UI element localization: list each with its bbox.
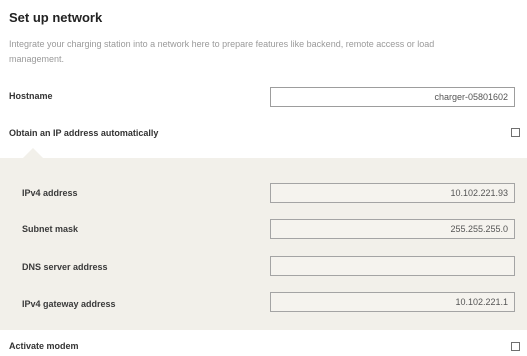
gateway-address-label: IPv4 gateway address xyxy=(22,299,116,309)
subnet-mask-field[interactable]: 255.255.255.0 xyxy=(270,219,515,239)
page-title: Set up network xyxy=(9,10,103,25)
dns-server-label: DNS server address xyxy=(22,262,108,272)
ipv4-address-label: IPv4 address xyxy=(22,188,78,198)
hostname-field[interactable]: charger-05801602 xyxy=(270,87,515,107)
obtain-ip-label: Obtain an IP address automatically xyxy=(9,128,159,138)
hostname-label: Hostname xyxy=(9,91,53,101)
activate-modem-checkbox[interactable] xyxy=(511,342,520,351)
ip-settings-panel-notch xyxy=(23,148,43,158)
subnet-mask-label: Subnet mask xyxy=(22,224,79,234)
obtain-ip-checkbox[interactable] xyxy=(511,128,520,137)
gateway-address-field[interactable]: 10.102.221.1 xyxy=(270,292,515,312)
ipv4-address-field[interactable]: 10.102.221.93 xyxy=(270,183,515,203)
page-description: Integrate your charging station into a n… xyxy=(9,39,435,64)
activate-modem-label: Activate modem xyxy=(9,341,79,351)
dns-server-field[interactable] xyxy=(270,256,515,276)
